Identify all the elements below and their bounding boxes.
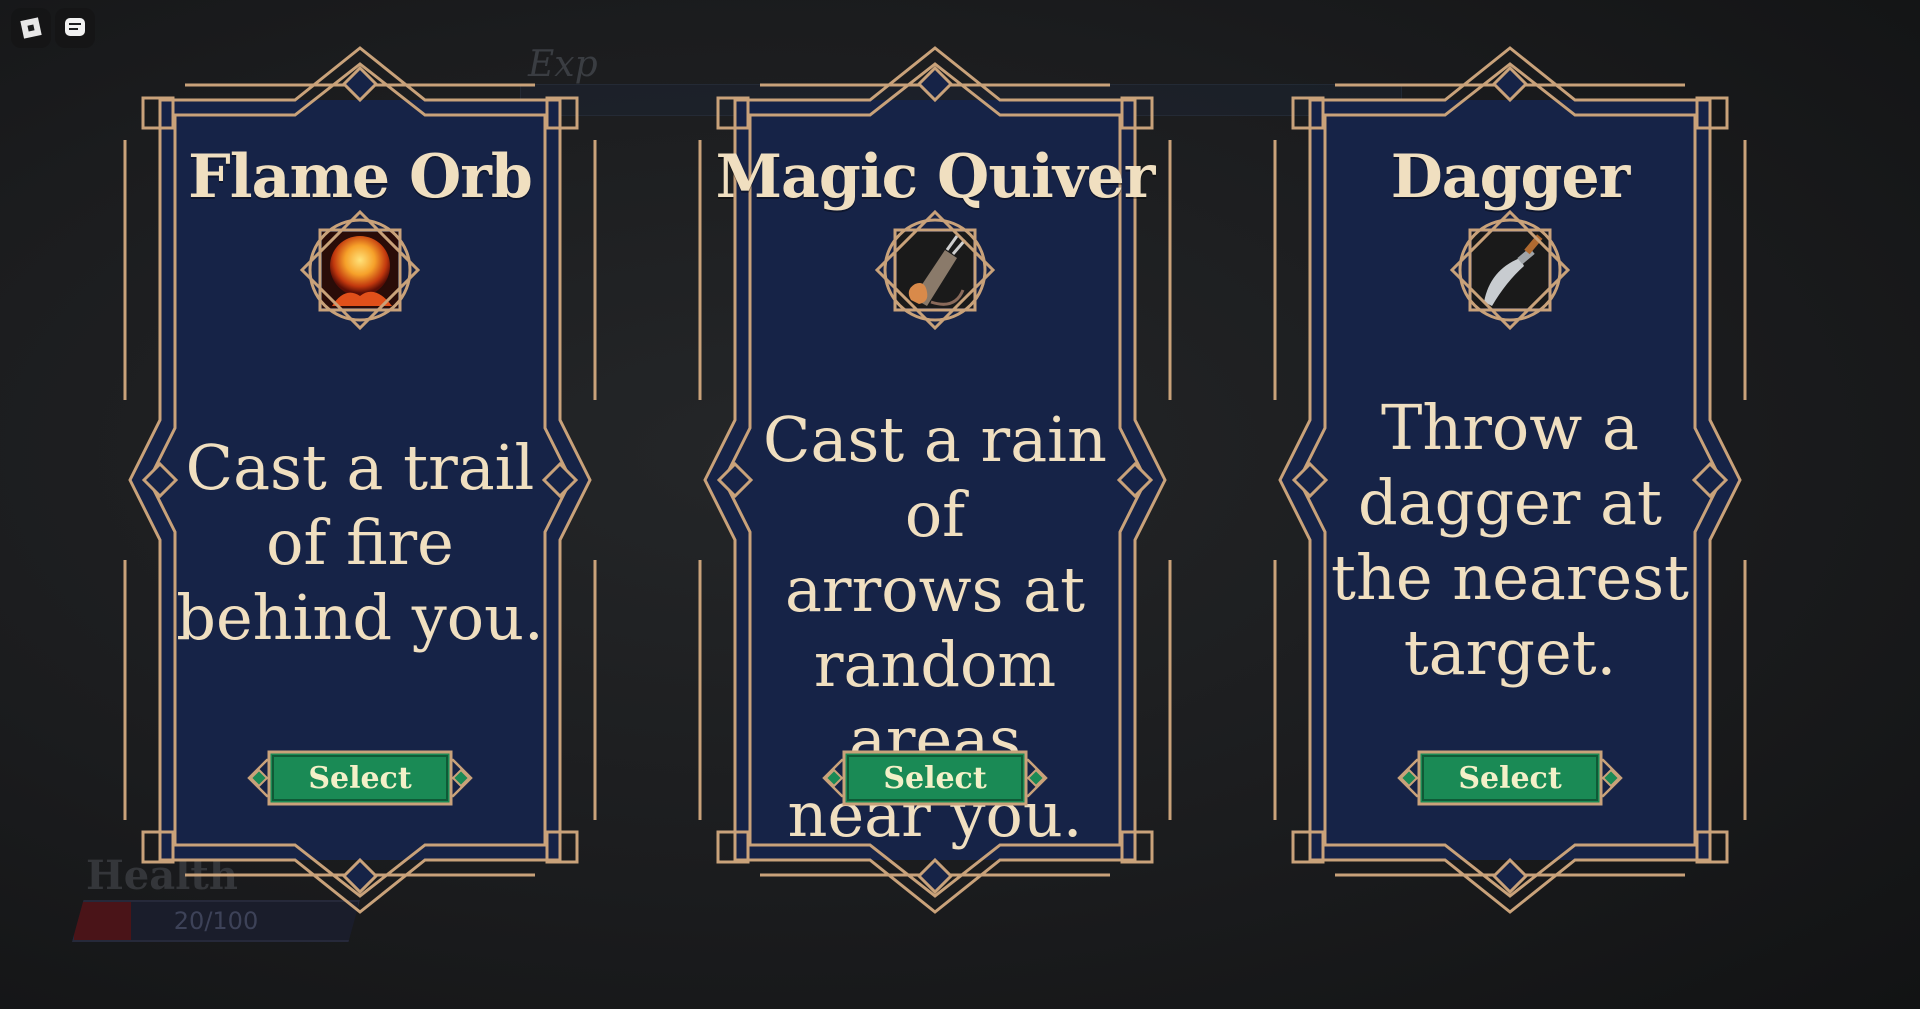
card-title: Magic Quiver xyxy=(715,142,1156,212)
card-title: Dagger xyxy=(1390,142,1631,212)
description-line: target. xyxy=(1403,616,1617,689)
description-line: the nearest xyxy=(1331,541,1689,614)
card-dagger: Dagger Throw a dagger at the nearest tar… xyxy=(1245,40,1775,930)
card-description: Throw a dagger at the nearest target. xyxy=(1325,390,1695,690)
description-line: of fire xyxy=(266,506,454,579)
select-button-label: Select xyxy=(308,760,412,796)
description-line: Throw a xyxy=(1381,391,1639,464)
magic-quiver-icon xyxy=(874,209,996,331)
roblox-menu-icon xyxy=(20,17,42,39)
chat-icon xyxy=(65,18,85,36)
select-button[interactable]: Select xyxy=(822,750,1048,806)
select-button[interactable]: Select xyxy=(1397,750,1623,806)
card-description: Cast a trail of fire behind you. xyxy=(175,430,545,655)
flame-orb-icon xyxy=(299,209,421,331)
roblox-menu-button[interactable] xyxy=(11,8,51,48)
select-button-label: Select xyxy=(883,760,987,796)
description-line: Cast a rain of xyxy=(763,403,1107,551)
card-title: Flame Orb xyxy=(188,142,533,212)
select-button[interactable]: Select xyxy=(247,750,473,806)
card-magic-quiver: Magic Quiver Cast a rain of arrows at ra… xyxy=(670,40,1200,930)
select-button-label: Select xyxy=(1458,760,1562,796)
description-line: dagger at xyxy=(1358,466,1662,539)
dagger-icon xyxy=(1449,209,1571,331)
description-line: arrows at xyxy=(784,553,1086,626)
chat-button[interactable] xyxy=(55,8,95,48)
card-flame-orb: Flame Orb Cast a trail of fire behind yo… xyxy=(95,40,625,930)
description-line: behind you. xyxy=(176,581,544,654)
description-line: Cast a trail xyxy=(185,431,535,504)
